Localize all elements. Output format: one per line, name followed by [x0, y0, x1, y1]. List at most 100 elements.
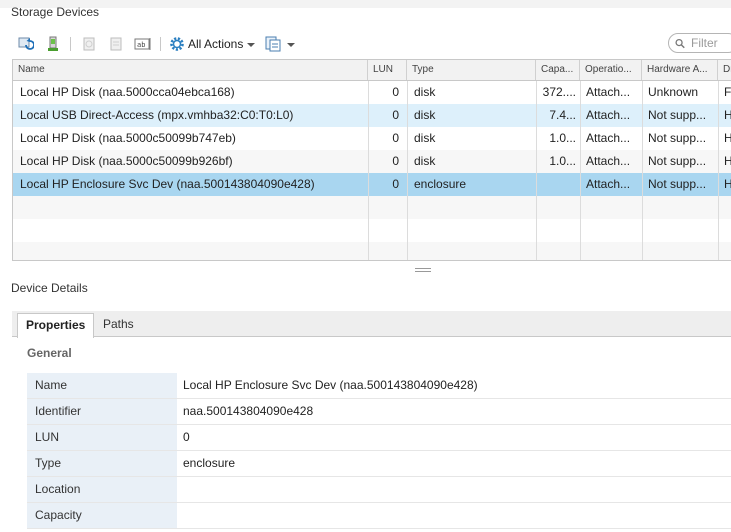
top-strip — [0, 0, 731, 8]
cell-operational-state: Attach... — [586, 154, 631, 168]
gear-icon — [170, 37, 184, 51]
all-actions-label: All Actions — [188, 37, 244, 51]
column-divider — [718, 81, 719, 260]
property-value: 0 — [183, 430, 190, 444]
column-header-operational-state[interactable]: Operatio... — [580, 60, 642, 80]
property-row-capacity: Capacity — [27, 503, 731, 529]
property-key: Location — [27, 477, 177, 502]
cell-operational-state: Attach... — [586, 177, 631, 191]
property-key: Identifier — [27, 399, 177, 424]
cell-hardware-acceleration: Not supp... — [648, 108, 707, 122]
column-divider — [580, 81, 581, 260]
cell-name: Local HP Enclosure Svc Dev (naa.50014380… — [20, 177, 315, 191]
column-divider — [407, 81, 408, 260]
cell-drive-type: H — [718, 127, 731, 150]
cell-capacity: 7.4... — [549, 108, 576, 122]
cell-drive-type: H — [718, 150, 731, 173]
column-divider — [536, 81, 537, 260]
pane-splitter-handle[interactable] — [415, 268, 431, 273]
toolbar-separator — [70, 37, 71, 51]
cell-lun: 0 — [392, 131, 399, 145]
filter-field[interactable] — [668, 33, 731, 53]
empty-row — [13, 242, 731, 260]
toolbar: ab All Actions — [16, 34, 305, 54]
cell-lun: 0 — [392, 85, 399, 99]
cell-hardware-acceleration: Not supp... — [648, 131, 707, 145]
cell-drive-type: H — [718, 104, 731, 127]
detach-device-icon[interactable] — [79, 34, 99, 54]
property-key: Capacity — [27, 503, 177, 528]
properties-list: Name Local HP Enclosure Svc Dev (naa.500… — [27, 373, 731, 529]
cell-lun: 0 — [392, 154, 399, 168]
cell-type: disk — [414, 108, 436, 122]
cell-hardware-acceleration: Unknown — [648, 85, 699, 99]
details-tab-bar: Properties Paths — [12, 311, 731, 338]
all-actions-menu[interactable]: All Actions — [169, 36, 256, 52]
cell-hardware-acceleration: Not supp... — [648, 154, 707, 168]
property-key: Type — [27, 451, 177, 476]
cell-capacity — [536, 173, 580, 196]
tab-properties[interactable]: Properties — [17, 313, 95, 338]
cell-type: enclosure — [414, 177, 467, 191]
cell-name: Local HP Disk (naa.5000c50099b747eb) — [20, 131, 236, 145]
table-row[interactable]: Local HP Disk (naa.5000cca04ebca168) 0 d… — [13, 81, 731, 104]
cell-drive-type: H — [718, 173, 731, 196]
cell-hardware-acceleration: Not supp... — [648, 177, 707, 191]
storage-devices-grid: Name LUN Type Capa... Operatio... Hardwa… — [12, 59, 731, 261]
cell-lun: 0 — [392, 108, 399, 122]
general-group-title: General — [27, 346, 72, 360]
column-divider — [642, 81, 643, 260]
tab-paths[interactable]: Paths — [95, 311, 142, 337]
property-value: enclosure — [183, 456, 236, 470]
property-row-name: Name Local HP Enclosure Svc Dev (naa.500… — [27, 373, 731, 399]
table-row[interactable]: Local USB Direct-Access (mpx.vmhba32:C0:… — [13, 104, 731, 127]
column-header-type[interactable]: Type — [407, 60, 536, 80]
column-header-lun[interactable]: LUN — [368, 60, 407, 80]
device-properties-icon[interactable]: ab — [133, 34, 153, 54]
column-header-name[interactable]: Name — [13, 60, 368, 80]
column-divider — [368, 81, 369, 260]
copy-export-icon — [265, 36, 281, 52]
property-row-type: Type enclosure — [27, 451, 731, 477]
table-row[interactable]: Local HP Disk (naa.5000c50099b926bf) 0 d… — [13, 150, 731, 173]
filter-input[interactable] — [689, 35, 731, 51]
property-row-location: Location — [27, 477, 731, 503]
column-header-capacity[interactable]: Capa... — [536, 60, 580, 80]
property-value — [177, 503, 183, 528]
storage-devices-title: Storage Devices — [11, 5, 100, 19]
cell-type: disk — [414, 85, 436, 99]
property-value — [177, 477, 183, 502]
cell-operational-state: Attach... — [586, 131, 631, 145]
property-row-identifier: Identifier naa.500143804090e428 — [27, 399, 731, 425]
grid-header: Name LUN Type Capa... Operatio... Hardwa… — [13, 60, 731, 81]
attach-device-icon[interactable] — [43, 34, 63, 54]
cell-capacity: 1.0... — [549, 131, 576, 145]
cell-name: Local HP Disk (naa.5000c50099b926bf) — [20, 154, 233, 168]
cell-type: disk — [414, 131, 436, 145]
search-icon — [675, 38, 685, 48]
property-key: LUN — [27, 425, 177, 450]
svg-text:ab: ab — [137, 41, 145, 49]
cell-operational-state: Attach... — [586, 85, 631, 99]
table-row-selected[interactable]: Local HP Enclosure Svc Dev (naa.50014380… — [13, 173, 731, 196]
cell-capacity: 1.0... — [549, 154, 576, 168]
property-value: Local HP Enclosure Svc Dev (naa.50014380… — [183, 378, 478, 392]
export-menu[interactable] — [265, 36, 296, 52]
chevron-down-icon — [247, 43, 256, 47]
cell-lun: 0 — [392, 177, 399, 191]
empty-row — [13, 219, 731, 242]
toolbar-separator — [160, 37, 161, 51]
property-row-lun: LUN 0 — [27, 425, 731, 451]
chevron-down-icon — [287, 43, 296, 47]
rename-device-icon[interactable] — [106, 34, 126, 54]
refresh-storage-icon[interactable] — [16, 34, 36, 54]
cell-type: disk — [414, 154, 436, 168]
property-key: Name — [27, 373, 177, 398]
cell-drive-type: F — [724, 85, 731, 99]
cell-name: Local HP Disk (naa.5000cca04ebca168) — [20, 85, 235, 99]
cell-operational-state: Attach... — [586, 108, 631, 122]
table-row[interactable]: Local HP Disk (naa.5000c50099b747eb) 0 d… — [13, 127, 731, 150]
column-header-hardware-acceleration[interactable]: Hardware A... — [642, 60, 718, 80]
column-header-drive-type[interactable]: Dr — [718, 60, 731, 80]
device-details-title: Device Details — [11, 281, 88, 295]
